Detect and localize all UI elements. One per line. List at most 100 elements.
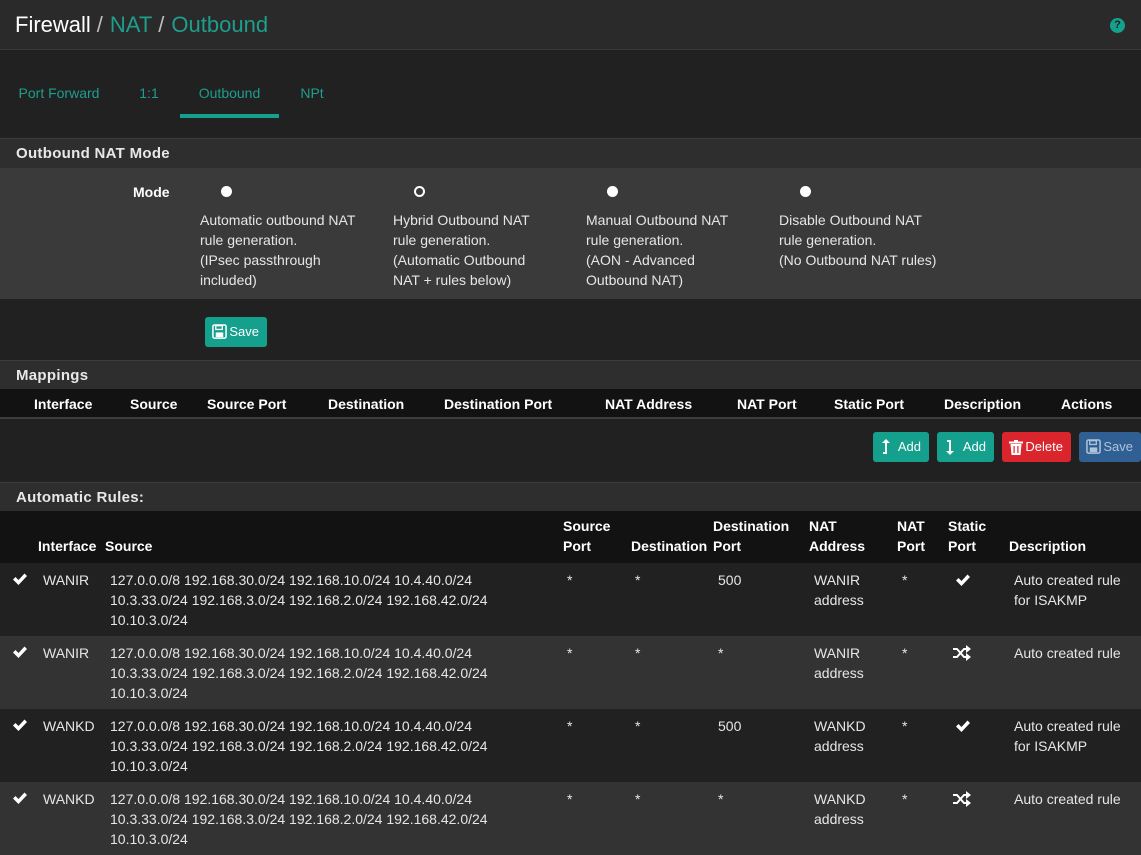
source-line: 10.10.3.0/24: [110, 612, 188, 628]
breadcrumb-separator: /: [158, 12, 165, 37]
help-icon[interactable]: ?: [1110, 18, 1125, 33]
breadcrumb-firewall: Firewall: [15, 12, 91, 37]
column-header-source: Source: [105, 538, 153, 554]
source-line: 10.10.3.0/24: [110, 685, 188, 701]
source-line: 10.3.33.0/24 192.168.3.0/24 192.168.2.0/…: [110, 811, 488, 827]
source-line: 127.0.0.0/8 192.168.30.0/24 192.168.10.0…: [110, 718, 472, 734]
nat-address-line: WANIR: [814, 645, 861, 661]
delete-rules-button[interactable]: Delete: [1002, 432, 1071, 462]
cell-destination-port: 500: [718, 718, 742, 734]
cell-source: 127.0.0.0/8 192.168.30.0/24 192.168.10.0…: [110, 789, 488, 849]
column-header-static-port: Static Port: [948, 516, 986, 556]
header-line: Port: [897, 538, 925, 554]
shuffle-icon: [953, 645, 971, 661]
save-rules-label: Save: [1103, 439, 1133, 454]
cell-description: Auto created rule for ISAKMP: [1014, 716, 1121, 756]
cell-nat-address: WANKD address: [814, 789, 866, 829]
cell-description: Auto created rule for ISAKMP: [1014, 570, 1121, 610]
nat-address-line: WANIR: [814, 572, 861, 588]
nat-address-line: address: [814, 738, 864, 754]
column-header-description: Description: [1009, 538, 1087, 554]
source-line: 10.10.3.0/24: [110, 831, 188, 847]
mode-manual-text: Manual Outbound NAT rule generation. (AO…: [586, 210, 761, 290]
add-rule-top-button[interactable]: Add: [873, 432, 929, 462]
breadcrumb: Firewall / NAT / Outbound: [15, 12, 268, 38]
enabled-check-icon: [13, 646, 27, 658]
tab-one-to-one[interactable]: 1:1: [130, 68, 168, 118]
cell-nat-address: WANIR address: [814, 570, 864, 610]
cell-destination: *: [635, 791, 641, 807]
cell-destination: *: [635, 718, 641, 734]
source-line: 10.10.3.0/24: [110, 758, 188, 774]
tab-outbound[interactable]: Outbound: [180, 68, 279, 118]
source-line: 127.0.0.0/8 192.168.30.0/24 192.168.10.0…: [110, 645, 472, 661]
mode-text-line: (IPsec passthrough: [200, 252, 321, 268]
column-header-interface: Interface: [34, 396, 93, 412]
cell-source-port: *: [567, 572, 573, 588]
mode-automatic-radio[interactable]: [221, 186, 232, 197]
header-line: Port: [563, 538, 591, 554]
tab-npt[interactable]: NPt: [290, 68, 334, 118]
column-header-destination: Destination: [328, 396, 405, 412]
source-line: 127.0.0.0/8 192.168.30.0/24 192.168.10.0…: [110, 572, 472, 588]
cell-nat-port: *: [902, 645, 908, 661]
save-rules-button[interactable]: Save: [1079, 432, 1141, 462]
header-line: NAT: [897, 518, 925, 534]
mode-text-line: Outbound NAT): [586, 272, 684, 288]
floppy-disk-icon: [212, 317, 227, 349]
column-header-description: Description: [944, 396, 1022, 412]
cell-nat-address: WANKD address: [814, 716, 866, 756]
nat-address-line: WANKD: [814, 718, 866, 734]
table-row: WANKD 127.0.0.0/8 192.168.30.0/24 192.16…: [0, 782, 1141, 855]
outbound-nat-mode-heading: Outbound NAT Mode: [0, 138, 1141, 168]
nat-address-line: address: [814, 811, 864, 827]
column-header-destination: Destination: [631, 538, 708, 554]
mappings-table-header: Interface Source Source Port Destination…: [0, 389, 1141, 419]
column-header-destination-port: Destination Port: [444, 396, 553, 412]
table-row: WANIR 127.0.0.0/8 192.168.30.0/24 192.16…: [0, 563, 1141, 636]
cell-destination-port: *: [718, 791, 724, 807]
cell-interface: WANIR: [43, 645, 90, 661]
cell-source-port: *: [567, 791, 573, 807]
cell-interface: WANIR: [43, 572, 90, 588]
mode-hybrid-radio[interactable]: [414, 186, 425, 197]
column-header-actions: Actions: [1061, 396, 1113, 412]
mode-disable-radio[interactable]: [800, 186, 811, 197]
cell-source: 127.0.0.0/8 192.168.30.0/24 192.168.10.0…: [110, 716, 488, 776]
arrow-turn-up-icon: [880, 432, 892, 465]
breadcrumb-nat-link[interactable]: NAT: [110, 12, 152, 38]
description-line: for ISAKMP: [1014, 738, 1088, 754]
mode-text-line: NAT + rules below): [393, 272, 512, 288]
save-mode-button[interactable]: Save: [205, 317, 267, 347]
breadcrumb-outbound-link[interactable]: Outbound: [171, 12, 268, 38]
mappings-heading: Mappings: [0, 360, 1141, 390]
header-line: Static: [948, 518, 987, 534]
tab-port-forward[interactable]: Port Forward: [8, 68, 110, 118]
mode-text-line: Disable Outbound NAT: [779, 212, 922, 228]
mode-text-line: Manual Outbound NAT: [586, 212, 729, 228]
column-header-nat-port: NAT Port: [737, 396, 797, 412]
cell-source-port: *: [567, 645, 573, 661]
enabled-check-icon: [13, 792, 27, 804]
mode-automatic-text: Automatic outbound NAT rule generation. …: [200, 210, 375, 290]
cell-source: 127.0.0.0/8 192.168.30.0/24 192.168.10.0…: [110, 570, 488, 630]
static-port-check-icon: [956, 720, 970, 732]
breadcrumb-separator: /: [96, 12, 103, 37]
cell-nat-address: WANIR address: [814, 643, 864, 683]
table-row: WANKD 127.0.0.0/8 192.168.30.0/24 192.16…: [0, 709, 1141, 782]
cell-interface: WANKD: [43, 718, 95, 734]
nat-tabs: Port Forward 1:1 Outbound NPt: [0, 68, 1141, 118]
mode-manual-radio[interactable]: [607, 186, 618, 197]
nat-address-line: address: [814, 592, 864, 608]
description-line: Auto created rule: [1014, 791, 1121, 807]
mode-hybrid-text: Hybrid Outbound NAT rule generation. (Au…: [393, 210, 568, 290]
add-bottom-label: Add: [962, 439, 986, 454]
mode-text-line: rule generation.: [586, 232, 684, 248]
mode-text-line: rule generation.: [393, 232, 491, 248]
add-rule-bottom-button[interactable]: Add: [937, 432, 994, 462]
header-line: Address: [809, 538, 866, 554]
arrow-turn-down-icon: [944, 432, 956, 465]
enabled-check-icon: [13, 719, 27, 731]
cell-destination-port: *: [718, 645, 724, 661]
automatic-rules-table-header: Interface Source Source Port Destination…: [0, 511, 1141, 563]
